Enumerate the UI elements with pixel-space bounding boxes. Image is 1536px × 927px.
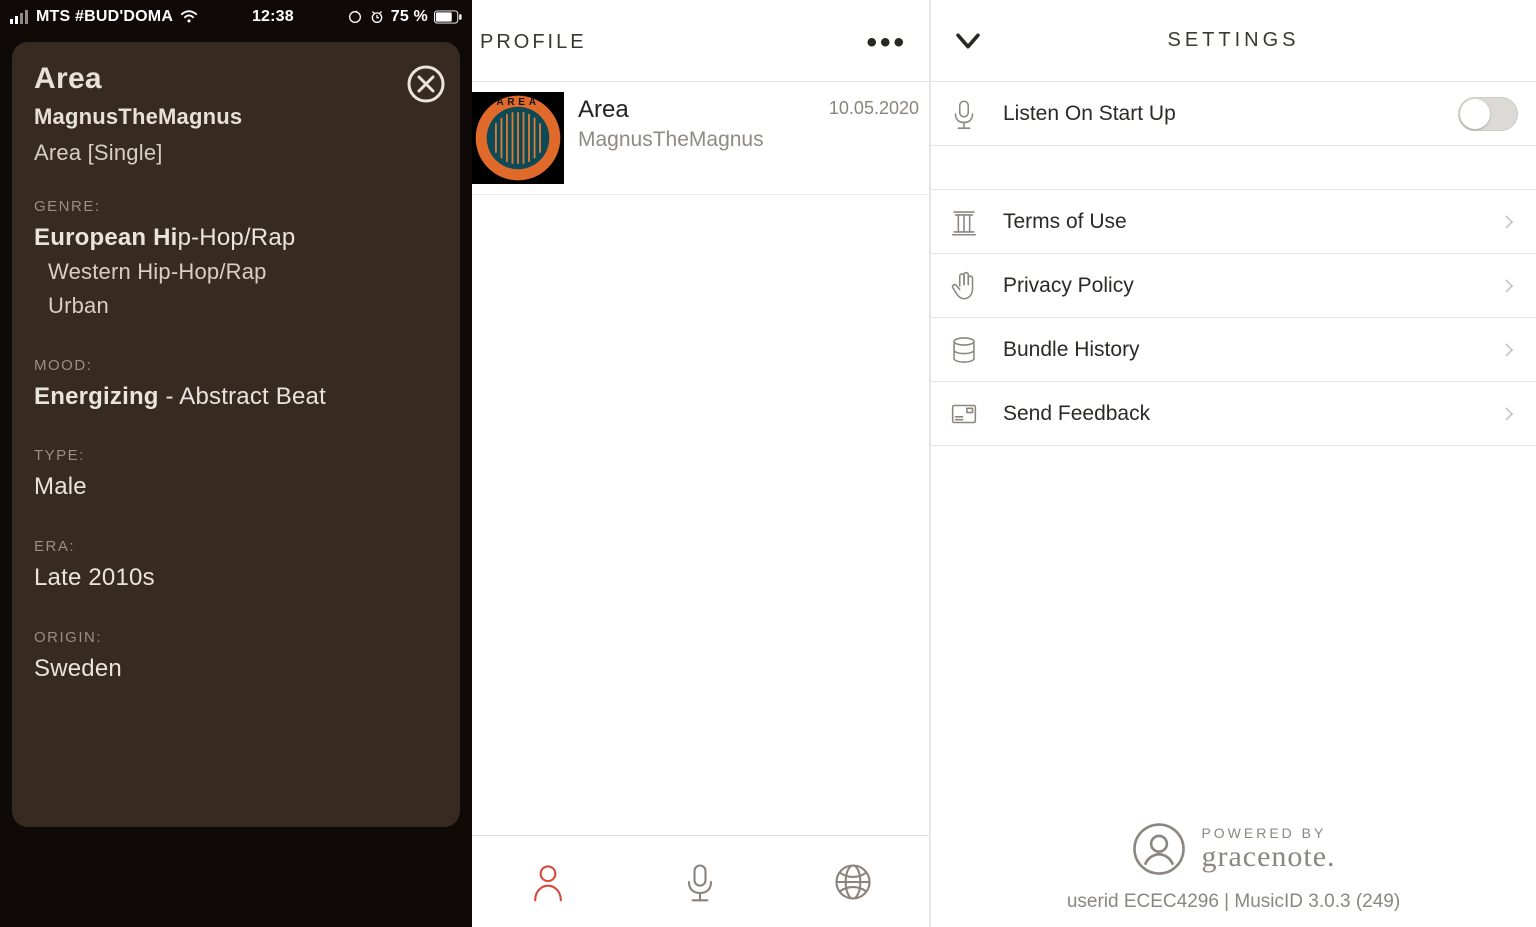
listen-on-startup-toggle[interactable]: [1458, 97, 1518, 131]
settings-panel: SETTINGS Listen On Start Up Terms of Use…: [930, 0, 1536, 927]
terms-label: Terms of Use: [1003, 210, 1480, 234]
genre-secondary-2: Urban: [34, 289, 438, 323]
feedback-label: Send Feedback: [1003, 402, 1480, 426]
database-icon: [945, 331, 983, 369]
profile-header: PROFILE: [480, 31, 587, 54]
era-label: ERA:: [34, 538, 438, 555]
cell-signal-icon: [10, 10, 30, 24]
close-button[interactable]: [406, 64, 446, 104]
track-info-card: Area MagnusTheMagnus Area [Single] GENRE…: [12, 42, 460, 827]
listen-on-startup-row: Listen On Start Up: [931, 82, 1536, 146]
chevron-right-icon: [1500, 341, 1518, 359]
mood-label: MOOD:: [34, 357, 438, 374]
genre-secondary-1: Western Hip-Hop/Rap: [34, 255, 438, 289]
terms-of-use-row[interactable]: Terms of Use: [931, 190, 1536, 254]
carrier-label: MTS #BUD'DOMA: [36, 8, 173, 26]
history-track-title: Area: [578, 96, 815, 124]
history-track-artist: MagnusTheMagnus: [578, 128, 815, 152]
profile-panel: PROFILE ••• AREA Area MagnusTheMagnus: [472, 0, 930, 927]
track-album: Area [Single]: [34, 140, 438, 166]
origin-section: ORIGIN: Sweden: [34, 629, 438, 686]
battery-icon: [434, 10, 462, 24]
bottom-tab-bar: [472, 835, 929, 927]
battery-percent-label: 75 %: [391, 8, 428, 26]
microphone-icon: [945, 95, 983, 133]
svg-text:AREA: AREA: [496, 97, 539, 108]
origin-value: Sweden: [34, 652, 438, 686]
mood-section: MOOD: Energizing - Abstract Beat: [34, 357, 438, 414]
wifi-icon: [179, 10, 199, 24]
rotation-lock-icon: [347, 9, 363, 25]
tab-listen[interactable]: [672, 854, 728, 910]
chevron-right-icon: [1500, 405, 1518, 423]
track-artist: MagnusTheMagnus: [34, 104, 438, 130]
privacy-label: Privacy Policy: [1003, 274, 1480, 298]
era-section: ERA: Late 2010s: [34, 538, 438, 595]
chevron-right-icon: [1500, 213, 1518, 231]
era-value: Late 2010s: [34, 561, 438, 595]
ios-status-bar: MTS #BUD'DOMA 12:38 75 %: [0, 0, 472, 30]
tab-profile[interactable]: [520, 854, 576, 910]
postcard-icon: [945, 395, 983, 433]
genre-label: GENRE:: [34, 198, 438, 215]
gracenote-label: gracenote.: [1201, 841, 1335, 873]
album-art-icon: AREA: [472, 92, 564, 184]
phone-dark-panel: MTS #BUD'DOMA 12:38 75 %: [0, 0, 472, 927]
section-spacer: [931, 146, 1536, 190]
more-button[interactable]: •••: [866, 26, 911, 60]
chevron-right-icon: [1500, 277, 1518, 295]
footer-meta: userid ECEC4296 | MusicID 3.0.3 (249): [931, 891, 1536, 913]
gracenote-brand: POWERED BY gracenote.: [931, 821, 1536, 877]
settings-footer: POWERED BY gracenote. userid ECEC4296 | …: [931, 821, 1536, 913]
genre-primary: European Hip-Hop/Rap: [34, 221, 438, 255]
genre-section: GENRE: European Hip-Hop/Rap Western Hip-…: [34, 198, 438, 323]
type-section: TYPE: Male: [34, 447, 438, 504]
powered-by-label: POWERED BY: [1201, 826, 1335, 841]
profile-topbar: PROFILE •••: [472, 0, 929, 82]
settings-header: SETTINGS: [931, 0, 1536, 82]
alarm-icon: [369, 9, 385, 25]
hand-icon: [945, 267, 983, 305]
privacy-policy-row[interactable]: Privacy Policy: [931, 254, 1536, 318]
clock-label: 12:38: [252, 8, 294, 26]
pillar-icon: [945, 203, 983, 241]
bundle-label: Bundle History: [1003, 338, 1480, 362]
track-title: Area: [34, 62, 438, 96]
tab-discover[interactable]: [825, 854, 881, 910]
listen-on-startup-label: Listen On Start Up: [1003, 102, 1438, 126]
history-row[interactable]: AREA Area MagnusTheMagnus 10.05.2020: [472, 82, 929, 195]
type-label: TYPE:: [34, 447, 438, 464]
origin-label: ORIGIN:: [34, 629, 438, 646]
gracenote-logo-icon: [1131, 821, 1187, 877]
bundle-history-row[interactable]: Bundle History: [931, 318, 1536, 382]
settings-title: SETTINGS: [951, 29, 1516, 52]
mood-value: Energizing - Abstract Beat: [34, 380, 438, 414]
type-value: Male: [34, 470, 438, 504]
send-feedback-row[interactable]: Send Feedback: [931, 382, 1536, 446]
history-date: 10.05.2020: [829, 92, 919, 119]
